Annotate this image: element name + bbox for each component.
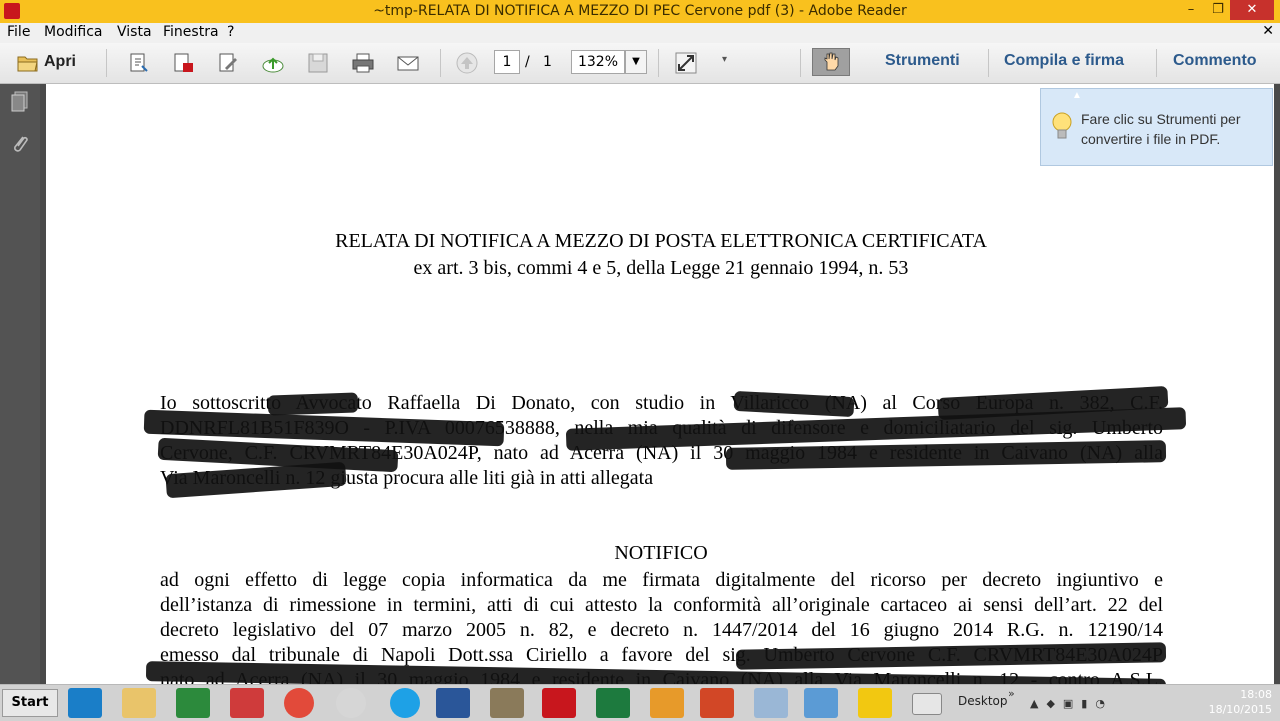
toolbar-separator: [658, 49, 659, 77]
document-page: RELATA DI NOTIFICA A MEZZO DI POSTA ELET…: [46, 84, 1274, 684]
word-icon[interactable]: [436, 688, 470, 718]
taskbar: Start Desktop » ▲◆▣▮◔ 18:08 18/10/2015: [0, 684, 1280, 721]
attachment-icon[interactable]: [9, 132, 31, 158]
paragraph-line: ad ogni effetto di legge copia informati…: [160, 569, 1163, 591]
tooltip-text: Fare clic su Strumenti per convertire i …: [1081, 111, 1241, 147]
menu-vista[interactable]: Vista: [117, 24, 152, 40]
chrome-icon[interactable]: [284, 688, 314, 718]
toolbar-separator: [988, 49, 989, 77]
internet-explorer-icon[interactable]: [68, 688, 102, 718]
tooltip-arrow: ▲: [1072, 90, 1082, 101]
tools-tooltip: ▲ Fare clic su Strumenti per convertire …: [1040, 88, 1273, 166]
excel-icon[interactable]: [596, 688, 630, 718]
file-explorer-icon[interactable]: [122, 688, 156, 718]
system-clock[interactable]: 18:08 18/10/2015: [1209, 687, 1272, 717]
document-subheading: ex art. 3 bis, commi 4 e 5, della Legge …: [413, 257, 909, 279]
toolbar-separator: [440, 49, 441, 77]
maximize-button[interactable]: ❐: [1204, 0, 1232, 22]
clock-time: 18:08: [1240, 688, 1272, 701]
zoom-input[interactable]: 132%: [571, 50, 625, 74]
pages-icon[interactable]: [9, 90, 31, 114]
minimize-button[interactable]: –: [1176, 0, 1206, 22]
upload-cloud-icon[interactable]: [261, 51, 285, 75]
toolbar-separator: [106, 49, 107, 77]
clock-date: 18/10/2015: [1208, 703, 1272, 716]
app-pen-icon[interactable]: [858, 688, 892, 718]
page-separator: /: [525, 54, 530, 70]
menu-modifica[interactable]: Modifica: [44, 24, 103, 40]
chevron-down-icon: ▼: [632, 56, 640, 67]
toolbar: Apri 1 / 1 132% ▼ ▾ Strumenti Compila e …: [0, 43, 1280, 84]
itunes-icon[interactable]: [336, 688, 366, 718]
redaction-mark: [267, 392, 359, 416]
print-icon[interactable]: [351, 51, 375, 75]
create-pdf-icon[interactable]: [127, 51, 151, 75]
open-label: Apri: [44, 53, 76, 70]
paint-icon[interactable]: [754, 688, 788, 718]
export-pdf-icon[interactable]: [171, 51, 195, 75]
document-heading: RELATA DI NOTIFICA A MEZZO DI POSTA ELET…: [335, 230, 987, 252]
save-icon[interactable]: [306, 51, 330, 75]
close-document-button[interactable]: ✕: [1262, 23, 1274, 39]
window-title: ~tmp-RELATA DI NOTIFICA A MEZZO DI PEC C…: [373, 3, 907, 19]
toolbar-separator: [800, 49, 801, 77]
app-icon[interactable]: [230, 688, 264, 718]
paragraph-line: decreto legislativo del 07 marzo 2005 n.…: [160, 619, 1163, 641]
toolbar-more-icon[interactable]: ▾: [722, 54, 727, 65]
page-total: 1: [543, 54, 552, 70]
app-emblem-icon[interactable]: [490, 688, 524, 718]
notifico-heading: NOTIFICO: [614, 542, 708, 564]
navigation-panel: [0, 84, 40, 684]
powerpoint-icon[interactable]: [700, 688, 734, 718]
start-button[interactable]: Start: [2, 689, 58, 717]
keyboard-icon[interactable]: [912, 693, 942, 715]
tools-link[interactable]: Strumenti: [885, 52, 960, 70]
hand-tool-button[interactable]: [812, 48, 850, 76]
photos-icon[interactable]: [804, 688, 838, 718]
page-number-input[interactable]: 1: [494, 50, 520, 74]
zoom-dropdown[interactable]: ▼: [625, 50, 647, 74]
menu-bar: File Modifica Vista Finestra ? ✕: [0, 23, 1280, 43]
edit-pdf-icon[interactable]: [216, 51, 240, 75]
menu-finestra[interactable]: Finestra: [163, 24, 219, 40]
previous-page-icon[interactable]: [455, 51, 479, 75]
fill-and-sign-link[interactable]: Compila e firma: [1004, 52, 1124, 70]
fit-page-icon[interactable]: [674, 51, 698, 75]
comment-link[interactable]: Commento: [1173, 52, 1257, 70]
paragraph-line: dell’istanza di rimessione in termini, a…: [160, 594, 1163, 616]
outlook-icon[interactable]: [650, 688, 684, 718]
menu-file[interactable]: File: [7, 24, 30, 40]
toolbar-expand-icon[interactable]: »: [1008, 687, 1015, 700]
lightbulb-icon: [1052, 112, 1072, 139]
close-window-button[interactable]: ✕: [1230, 0, 1274, 20]
skype-icon[interactable]: [390, 688, 420, 718]
store-icon[interactable]: [176, 688, 210, 718]
folder-icon: [17, 56, 38, 72]
title-bar: ~tmp-RELATA DI NOTIFICA A MEZZO DI PEC C…: [0, 0, 1280, 23]
email-icon[interactable]: [396, 51, 420, 75]
desktop-toolbar-label[interactable]: Desktop: [958, 694, 1008, 708]
menu-help[interactable]: ?: [227, 24, 234, 40]
adobe-reader-taskbar-icon[interactable]: [542, 688, 576, 718]
system-tray-icons[interactable]: ▲◆▣▮◔: [1030, 697, 1180, 711]
hand-icon: [824, 52, 839, 71]
toolbar-separator: [1156, 49, 1157, 77]
open-button[interactable]: Apri: [14, 51, 86, 75]
